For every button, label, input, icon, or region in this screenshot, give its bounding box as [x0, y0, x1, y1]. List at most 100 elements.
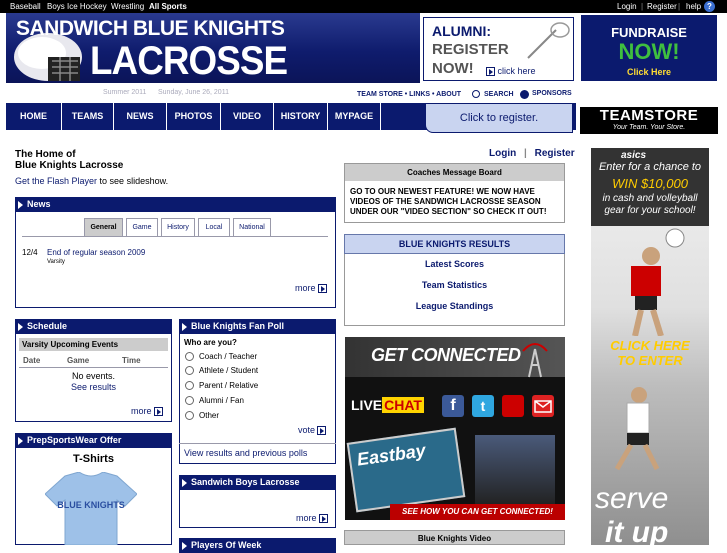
- prep-header[interactable]: PrepSportsWear Offer: [15, 433, 172, 448]
- poll-option-athlete[interactable]: Athlete / Student: [185, 366, 258, 376]
- coaches-header: Coaches Message Board: [345, 164, 564, 181]
- nav-home[interactable]: HOME: [6, 103, 62, 130]
- poll-option-other[interactable]: Other: [185, 411, 219, 421]
- register-link-top[interactable]: Register: [647, 0, 677, 13]
- facebook-icon[interactable]: f: [442, 395, 464, 417]
- asics-line2: in cash and volleyball gear for your sch…: [602, 193, 698, 216]
- livechat-label: LIVE CHAT: [351, 397, 424, 413]
- tab-game[interactable]: Game: [126, 218, 158, 236]
- schedule-header[interactable]: Schedule: [15, 319, 172, 334]
- fundraise-now: NOW!: [618, 39, 680, 64]
- email-icon[interactable]: [532, 395, 554, 417]
- login-link[interactable]: Login: [489, 148, 516, 159]
- radio-icon[interactable]: [185, 381, 194, 391]
- nav-history[interactable]: HISTORY: [274, 103, 328, 130]
- help-icon[interactable]: ?: [704, 1, 715, 12]
- get-connected-ad[interactable]: GET CONNECTED LIVE CHAT f t Eastbay SEE H…: [345, 337, 565, 520]
- radio-icon[interactable]: [185, 396, 194, 406]
- schedule-see-results[interactable]: See results: [19, 382, 168, 392]
- boys-header[interactable]: Sandwich Boys Lacrosse: [179, 475, 336, 490]
- fundraise-title: FUNDRAISE: [611, 25, 687, 40]
- schedule-col-date: Date: [23, 356, 41, 365]
- get-connected-title: GET CONNECTED: [371, 345, 521, 365]
- nav-photos[interactable]: PHOTOS: [167, 103, 221, 130]
- tab-history[interactable]: History: [161, 218, 195, 236]
- nav-news[interactable]: NEWS: [114, 103, 167, 130]
- poll-view-results[interactable]: View results and previous polls: [184, 448, 307, 458]
- nav-mypage[interactable]: MYPAGE: [328, 103, 381, 130]
- lacrosse-stick-icon: [527, 22, 570, 59]
- register-tab[interactable]: Click to register.: [425, 103, 573, 133]
- play-icon: [486, 67, 495, 77]
- search-icon[interactable]: [472, 90, 480, 98]
- season-label: Summer 2011: [103, 89, 147, 96]
- news-header[interactable]: News: [15, 197, 336, 212]
- athlete-video-image: [475, 435, 555, 505]
- header-banner[interactable]: SANDWICH BLUE KNIGHTS LACROSSE: [6, 13, 421, 83]
- sport-link-wrestling[interactable]: Wrestling: [111, 0, 144, 13]
- fundraise-click-here[interactable]: Click Here: [581, 67, 717, 77]
- signal-tower-icon: [522, 343, 548, 378]
- radio-icon[interactable]: [185, 352, 194, 362]
- twitter-icon[interactable]: t: [472, 395, 494, 417]
- boys-more[interactable]: more: [296, 513, 328, 524]
- login-link-top[interactable]: Login: [617, 0, 637, 13]
- tshirt-image[interactable]: BLUE KNIGHTS: [45, 472, 137, 545]
- team-statistics-link[interactable]: Team Statistics: [344, 280, 565, 290]
- alumni-click-here[interactable]: click here: [484, 66, 536, 77]
- site-title-line2: LACROSSE: [90, 39, 288, 83]
- search-link[interactable]: SEARCH: [484, 91, 514, 98]
- alumni-register-banner[interactable]: ALUMNI: REGISTER NOW! click here: [423, 17, 574, 81]
- get-connected-cta[interactable]: SEE HOW YOU CAN GET CONNECTED!: [390, 504, 565, 520]
- results-header: BLUE KNIGHTS RESULTS: [344, 234, 565, 254]
- tab-general[interactable]: General: [84, 218, 123, 236]
- radio-icon[interactable]: [185, 411, 194, 421]
- league-standings-link[interactable]: League Standings: [344, 301, 565, 311]
- flash-player-link[interactable]: Get the Flash Player: [15, 176, 97, 186]
- alumni-register: REGISTER: [432, 41, 509, 58]
- register-link[interactable]: Register: [535, 148, 575, 159]
- news-more[interactable]: more: [295, 283, 327, 294]
- help-link[interactable]: help: [686, 0, 701, 13]
- news-item-title[interactable]: End of regular season 2009: [47, 248, 145, 257]
- alumni-title: ALUMNI:: [432, 23, 492, 39]
- poll-option-coach[interactable]: Coach / Teacher: [185, 352, 257, 362]
- more-arrow-icon: [153, 407, 163, 417]
- schedule-col-game: Game: [67, 356, 90, 365]
- sponsors-link[interactable]: SPONSORS: [532, 90, 572, 97]
- sport-link-baseball[interactable]: Baseball: [10, 0, 41, 13]
- schedule-more[interactable]: more: [131, 406, 163, 417]
- header-links[interactable]: TEAM STORE • LINKS • ABOUT: [357, 91, 461, 98]
- volleyball-player-image: [631, 228, 685, 336]
- sport-link-boys-ice-hockey[interactable]: Boys Ice Hockey: [47, 0, 107, 13]
- poll-header[interactable]: Blue Knights Fan Poll: [179, 319, 336, 334]
- teamstore-banner[interactable]: TEAMSTORE Your Team. Your Store.: [579, 106, 719, 135]
- poll-vote[interactable]: vote: [298, 425, 327, 436]
- coaches-message: GO TO OUR NEWEST FEATURE! WE NOW HAVE VI…: [350, 187, 547, 216]
- date-label: Sunday, June 26, 2011: [158, 89, 229, 96]
- nav-video[interactable]: VIDEO: [221, 103, 274, 130]
- fundraise-banner[interactable]: FUNDRAISE NOW! Click Here: [579, 13, 719, 83]
- prep-item: T-Shirts: [73, 453, 114, 465]
- latest-scores-link[interactable]: Latest Scores: [344, 259, 565, 269]
- tab-local[interactable]: Local: [198, 218, 230, 236]
- asics-itup: it up: [605, 516, 669, 545]
- asics-click-here[interactable]: CLICK HERE: [593, 338, 707, 353]
- schedule-col-time: Time: [122, 356, 141, 365]
- nav-teams[interactable]: TEAMS: [62, 103, 114, 130]
- tab-national[interactable]: National: [233, 218, 271, 236]
- alumni-now: NOW!: [432, 60, 474, 77]
- radio-icon[interactable]: [185, 366, 194, 376]
- intro-line2: Blue Knights Lacrosse: [15, 160, 124, 171]
- sport-link-all-sports[interactable]: All Sports: [149, 0, 187, 13]
- auth-links: Login | Register: [489, 148, 575, 159]
- poll-option-parent[interactable]: Parent / Relative: [185, 381, 258, 391]
- mobile-icon[interactable]: [502, 395, 524, 417]
- asics-ad[interactable]: asics Enter for a chance to WIN $10,000 …: [591, 148, 709, 545]
- asics-win: WIN $10,000: [612, 176, 688, 191]
- players-header[interactable]: Players Of Week: [179, 538, 336, 553]
- poll-option-alumni[interactable]: Alumni / Fan: [185, 396, 244, 406]
- flash-notice: Get the Flash Player to see slideshow.: [15, 176, 169, 186]
- more-arrow-icon: [318, 514, 328, 524]
- asics-to-enter[interactable]: TO ENTER: [593, 353, 707, 368]
